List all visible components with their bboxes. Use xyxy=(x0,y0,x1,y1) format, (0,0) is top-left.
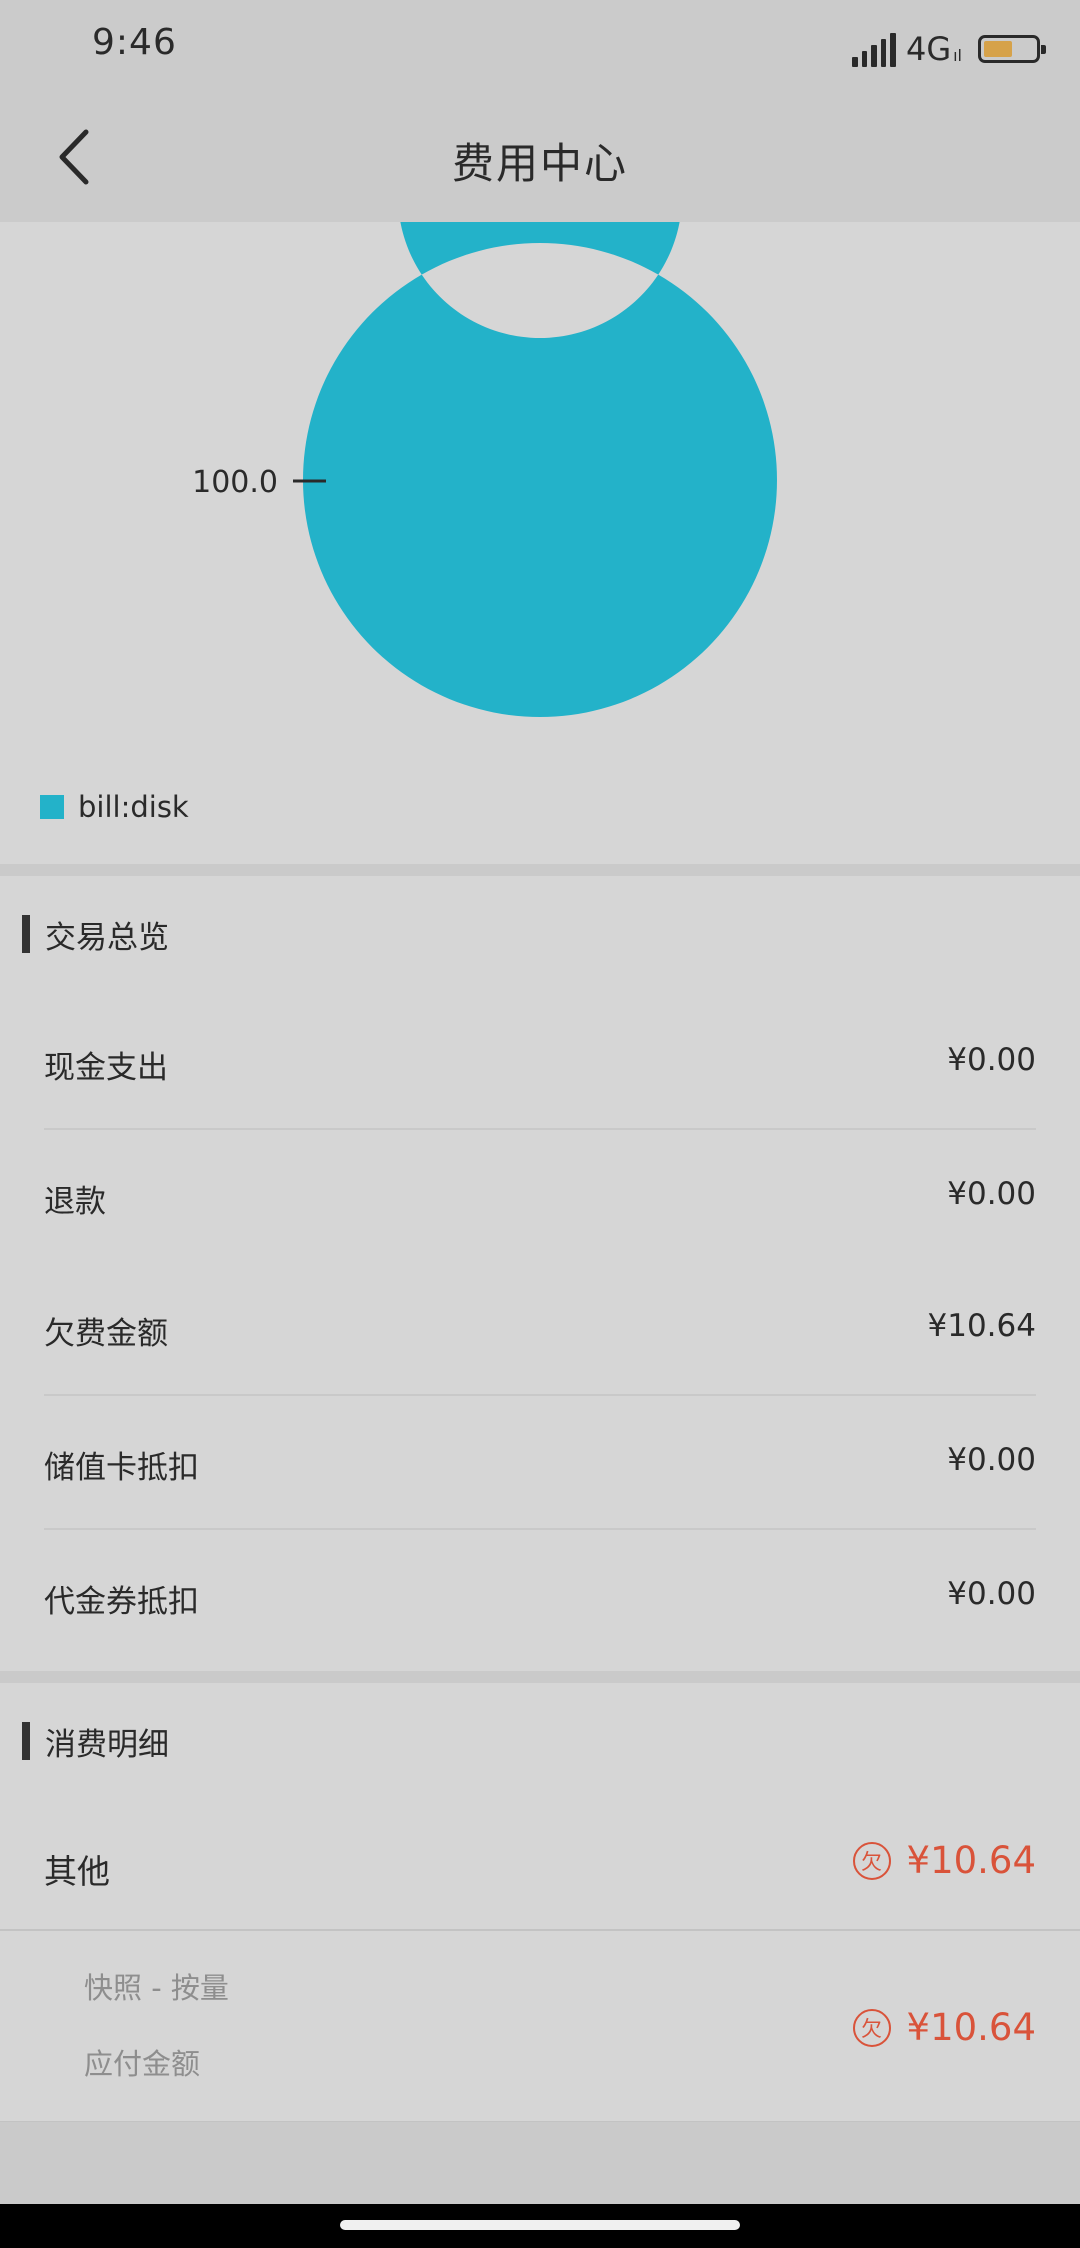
row-label: 储值卡抵扣 xyxy=(44,1450,199,1486)
overview-row-stored-card: 储值卡抵扣 ¥0.00 xyxy=(44,1396,1036,1530)
network-activity-icon: ıl xyxy=(953,45,962,65)
status-time: 9:46 xyxy=(92,22,177,63)
row-value: ¥0.00 xyxy=(947,1176,1036,1212)
section-marker xyxy=(22,1722,30,1760)
amount-value: ¥10.64 xyxy=(906,2006,1036,2049)
legend-label: bill:disk xyxy=(78,790,189,824)
sub-item-amount: 欠 ¥10.64 xyxy=(852,2006,1036,2049)
row-value: ¥10.64 xyxy=(927,1308,1036,1344)
gesture-bar xyxy=(0,2204,1080,2248)
battery-icon xyxy=(978,35,1046,63)
chart-legend: bill:disk xyxy=(40,790,189,824)
row-label: 代金券抵扣 xyxy=(44,1584,199,1620)
overview-header: 交易总览 xyxy=(0,876,1080,996)
detail-item-amount: 欠 ¥10.64 xyxy=(852,1839,1036,1882)
legend-swatch xyxy=(40,795,64,819)
status-icons: 4G ıl xyxy=(851,26,1046,72)
overview-row-refund: 退款 ¥0.00 xyxy=(44,1130,1036,1262)
overview-row-arrears: 欠费金额 ¥10.64 xyxy=(44,1262,1036,1396)
section-divider xyxy=(0,864,1080,876)
cost-chart: 100.0 bill:disk xyxy=(0,222,1080,862)
overview-row-cash: 现金支出 ¥0.00 xyxy=(44,996,1036,1130)
detail-item-other[interactable]: 其他 欠 ¥10.64 xyxy=(0,1803,1080,1931)
detail-item-label: 其他 xyxy=(44,1852,110,1891)
page-title: 费用中心 xyxy=(451,139,628,188)
row-value: ¥0.00 xyxy=(947,1442,1036,1478)
sub-item-name: 快照 - 按量 xyxy=(84,1971,229,2005)
detail-sub-item: 快照 - 按量 应付金额 欠 ¥10.64 xyxy=(0,1931,1080,2123)
details-title: 消费明细 xyxy=(45,1727,169,1763)
section-divider xyxy=(0,1671,1080,1683)
footer-area xyxy=(0,2122,1080,2204)
amount-value: ¥10.64 xyxy=(906,1839,1036,1882)
donut-slice xyxy=(303,222,777,717)
signal-icon xyxy=(851,31,896,67)
row-value: ¥0.00 xyxy=(947,1576,1036,1612)
home-indicator[interactable] xyxy=(340,2220,740,2230)
sub-item-caption: 应付金额 xyxy=(84,2047,201,2081)
row-label: 退款 xyxy=(44,1184,106,1220)
owe-badge-icon: 欠 xyxy=(852,2008,891,2047)
battery-level xyxy=(984,41,1012,57)
data-label: 100.0 xyxy=(192,465,278,500)
row-label: 欠费金额 xyxy=(44,1316,168,1352)
network-type: 4G xyxy=(905,30,952,68)
donut-chart: 100.0 xyxy=(192,222,777,717)
details-section: 消费明细 其他 欠 ¥10.64 快照 - 按量 应付金额 欠 ¥10.64 xyxy=(0,1683,1080,2123)
row-value: ¥0.00 xyxy=(947,1042,1036,1078)
owe-badge-icon: 欠 xyxy=(852,1841,891,1880)
nav-bar: 费用中心 xyxy=(0,94,1080,222)
row-label: 现金支出 xyxy=(44,1050,168,1086)
section-marker xyxy=(22,915,30,953)
details-header: 消费明细 xyxy=(0,1683,1080,1803)
status-bar: 9:46 4G ıl xyxy=(0,0,1080,94)
overview-section: 交易总览 现金支出 ¥0.00 退款 ¥0.00 欠费金额 ¥10.64 储值卡… xyxy=(0,876,1080,1662)
overview-row-voucher: 代金券抵扣 ¥0.00 xyxy=(44,1530,1036,1662)
overview-title: 交易总览 xyxy=(45,920,169,956)
